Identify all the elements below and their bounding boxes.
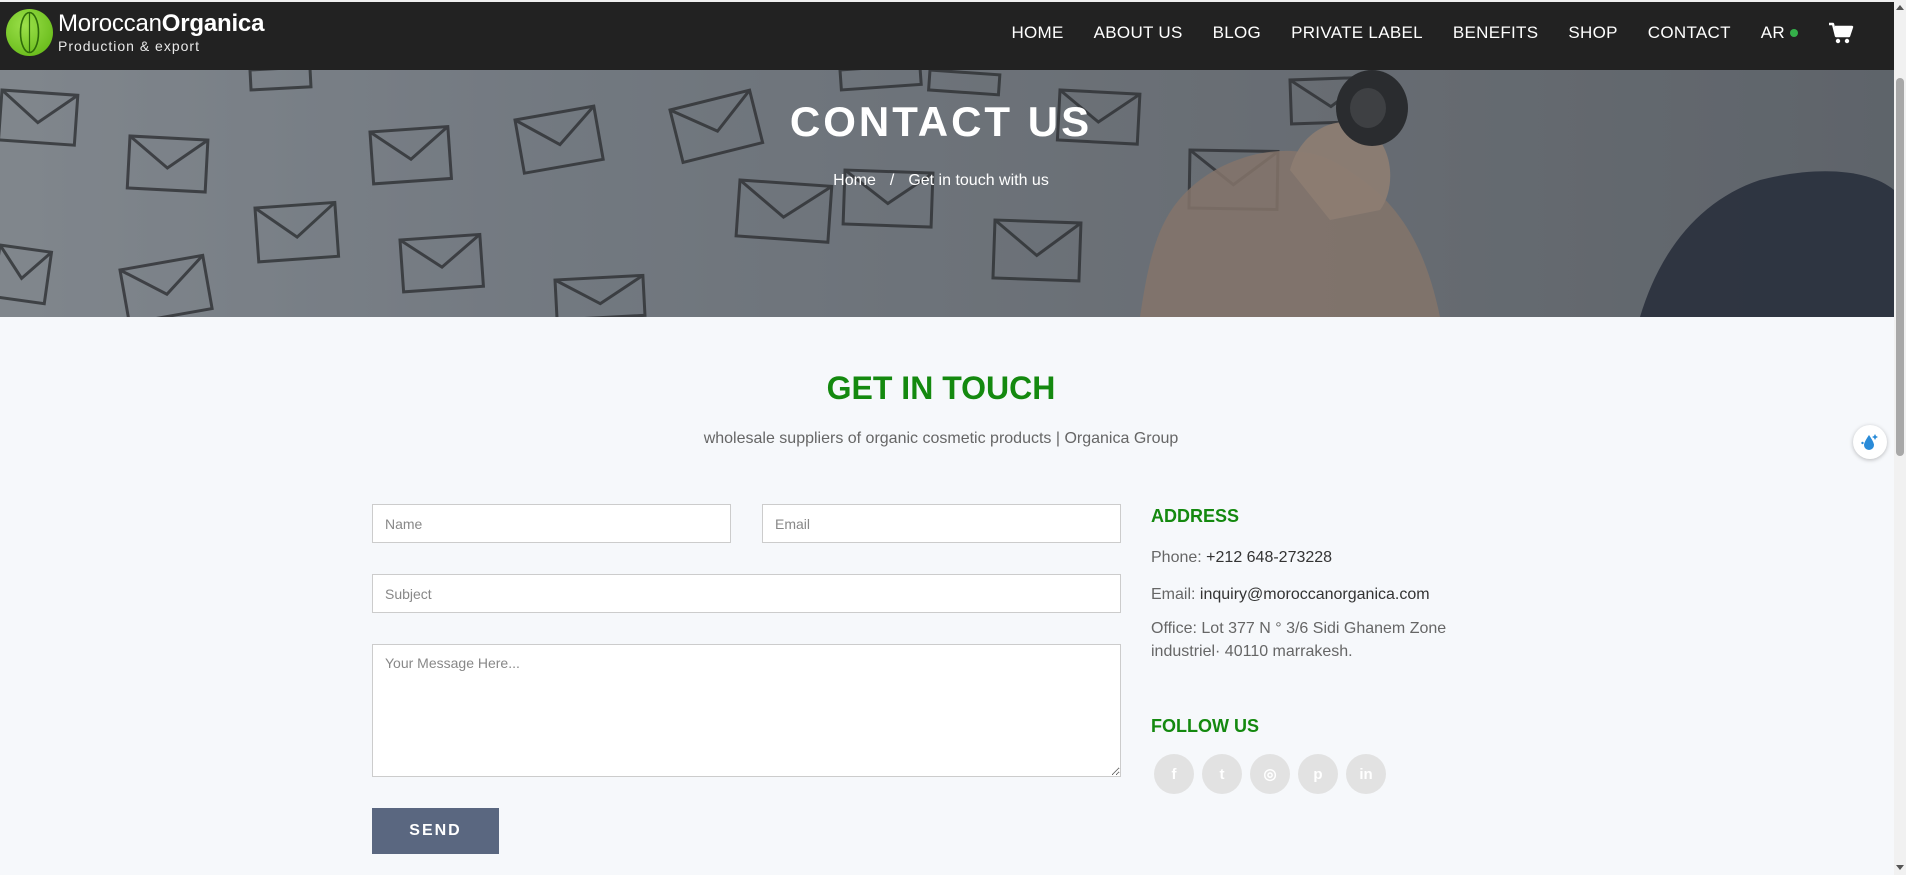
logo-tagline: Production & export [58,38,200,54]
email-input[interactable] [762,504,1121,543]
office-line: Office: Lot 377 N ° 3/6 Sidi Ghanem Zone… [1151,617,1446,663]
scroll-up-arrow-icon[interactable] [1896,5,1904,10]
top-navbar: MoroccanOrganica Production & export HOM… [0,0,1894,70]
scroll-down-arrow-icon[interactable] [1896,865,1904,870]
breadcrumb-home[interactable]: Home [833,172,876,189]
pinterest-icon[interactable]: p [1298,754,1338,794]
hero-banner: CONTACT US Home / Get in touch with us [0,70,1894,317]
language-label: AR [1760,23,1785,42]
email-value[interactable]: inquiry@moroccanorganica.com [1200,586,1430,603]
breadcrumb-current: Get in touch with us [908,172,1049,189]
office-label: Office: [1151,620,1197,637]
subject-input[interactable] [372,574,1121,613]
instagram-icon[interactable]: ◎ [1250,754,1290,794]
language-status-dot [1790,29,1798,37]
nav-contact[interactable]: CONTACT [1648,23,1731,43]
main-nav: HOME ABOUT US BLOG PRIVATE LABEL BENEFIT… [981,2,1894,64]
message-textarea[interactable] [372,644,1121,777]
breadcrumb-separator: / [889,172,895,189]
linkedin-icon[interactable]: in [1346,754,1386,794]
site-logo[interactable]: MoroccanOrganica Production & export [6,9,264,56]
page-scrollbar[interactable] [1894,0,1906,875]
phone-value[interactable]: +212 648-273228 [1206,549,1332,566]
nav-blog[interactable]: BLOG [1213,23,1261,43]
name-input[interactable] [372,504,731,543]
facebook-icon[interactable]: f [1154,754,1194,794]
logo-title: MoroccanOrganica [58,10,265,37]
nav-shop[interactable]: SHOP [1568,23,1617,43]
section-title: GET IN TOUCH [826,370,1056,406]
logo-leaf-icon [6,9,53,56]
nav-about-us[interactable]: ABOUT US [1094,23,1183,43]
nav-private-label[interactable]: PRIVATE LABEL [1291,23,1423,43]
send-button[interactable]: SEND [372,808,499,854]
scrollbar-thumb[interactable] [1896,78,1904,456]
droplet-widget-icon[interactable] [1853,425,1887,459]
address-heading: ADDRESS [1151,506,1240,526]
nav-home[interactable]: HOME [1011,23,1063,43]
social-links: f t ◎ p in [1154,754,1394,794]
phone-label: Phone: [1151,549,1202,566]
breadcrumb: Home / Get in touch with us [0,172,1882,190]
follow-heading: FOLLOW US [1151,716,1259,736]
email-line: Email: inquiry@moroccanorganica.com [1151,583,1430,606]
office-address-line2: industriel· 40110 marrakesh. [1151,643,1353,660]
phone-line: Phone: +212 648-273228 [1151,546,1332,569]
office-address-line1: Lot 377 N ° 3/6 Sidi Ghanem Zone [1201,620,1447,637]
page-title: CONTACT US [789,98,1093,145]
email-label: Email: [1151,586,1196,603]
twitter-icon[interactable]: t [1202,754,1242,794]
language-switch[interactable]: AR [1761,23,1798,43]
section-subtitle: wholesale suppliers of organic cosmetic … [703,430,1179,447]
nav-benefits[interactable]: BENEFITS [1453,23,1539,43]
cart-icon[interactable] [1828,21,1854,45]
